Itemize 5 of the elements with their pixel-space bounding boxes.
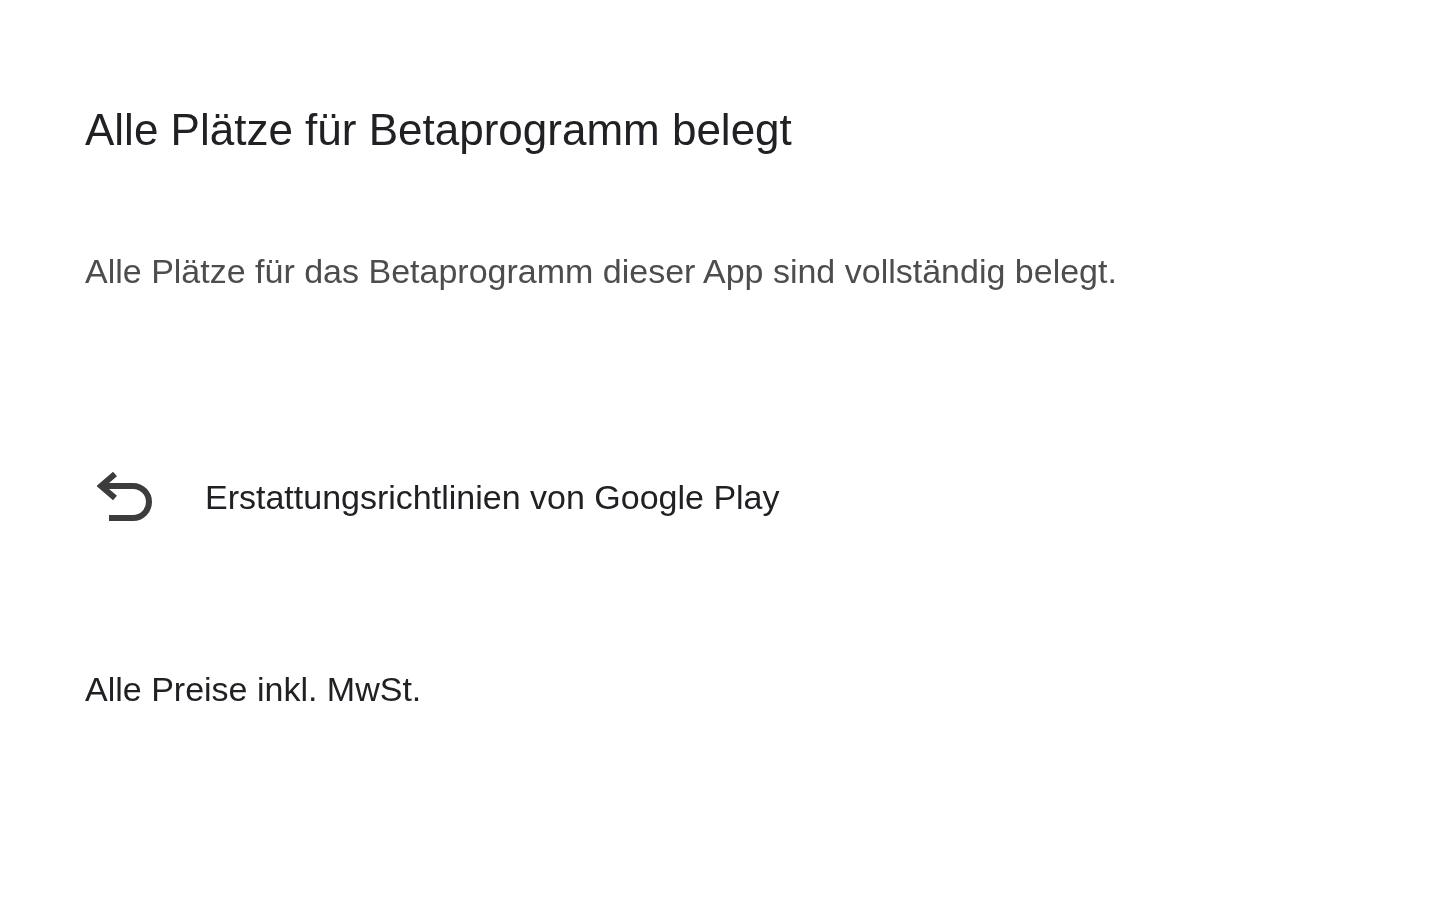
- dialog-title: Alle Plätze für Betaprogramm belegt: [85, 104, 793, 156]
- undo-arrow-icon: [97, 470, 155, 524]
- refund-policy-link[interactable]: Erstattungsrichtlinien von Google Play: [205, 471, 780, 523]
- footer-text: Alle Preise inkl. MwSt.: [85, 669, 423, 710]
- message-text: Alle Plätze für das Betaprogramm dieser App sind vollständig belegt.: [85, 251, 1118, 292]
